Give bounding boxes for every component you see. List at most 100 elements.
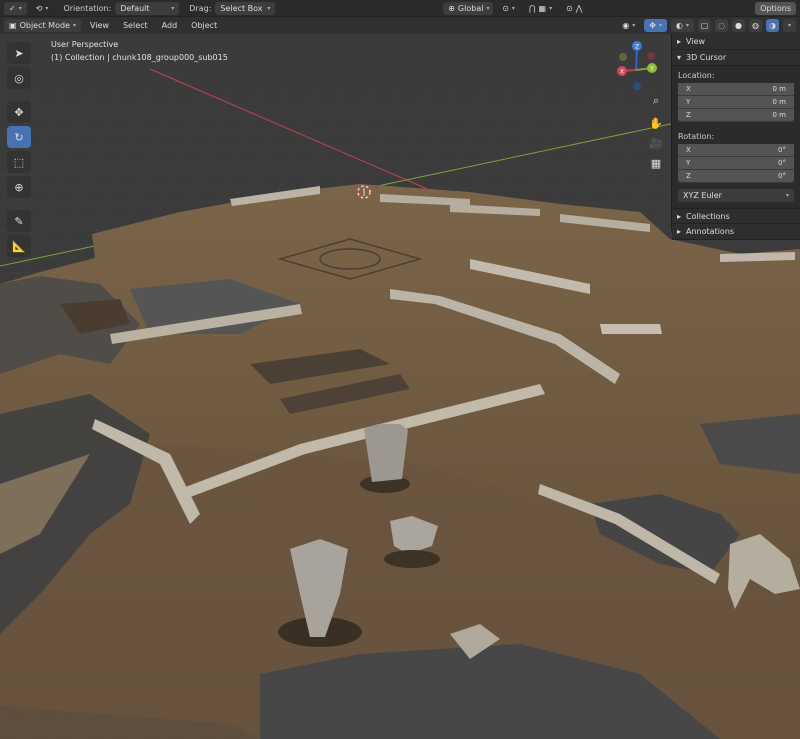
chevron-down-icon: ▾ (45, 4, 49, 12)
rotation-y-field[interactable]: Y 0° (678, 157, 794, 170)
tool-shelf: ➤ ◎ ✥ ↻ ⬚ ⊕ ✎ 📐 (7, 42, 33, 257)
chevron-down-icon: ▾ (785, 192, 789, 199)
menu-select-label: Select (122, 21, 148, 30)
pivot-icon: ⊙ (502, 3, 509, 13)
axis-label: Z (686, 111, 691, 119)
move-arrows-icon: ✥ (14, 105, 24, 119)
chevron-down-icon: ▾ (18, 4, 22, 12)
location-y-field[interactable]: Y 0 m (678, 96, 794, 109)
menu-object-label: Object (191, 21, 218, 30)
axis-label: X (686, 85, 691, 93)
cursor-arrow-icon: ➤ (14, 46, 24, 60)
rotation-mode-dropdown[interactable]: XYZ Euler ▾ (678, 189, 794, 202)
field-value: 0 m (772, 85, 787, 93)
drag-label: Drag: (189, 3, 212, 13)
move-tool-button[interactable]: ✥ (7, 101, 31, 123)
solid-sphere-icon: ● (735, 21, 742, 30)
sidebar-n-panel: ▸ View ▾ 3D Cursor Location: X 0 m Y 0 m Z 0 … (671, 34, 800, 240)
shading-wireframe-button[interactable]: ◌ (715, 19, 728, 32)
field-value: 0° (778, 159, 786, 167)
proportional-icon: ⊙ (566, 3, 573, 13)
pan-view-button[interactable]: ✋ (646, 114, 666, 132)
cursor-tool-button[interactable]: ◎ (7, 67, 31, 89)
axis-label: Y (686, 98, 691, 106)
3d-viewport[interactable]: Z X Y User Perspective (1) Collection | … (0, 34, 800, 739)
menu-add-label: Add (161, 21, 178, 30)
rotation-mode-value: XYZ Euler (683, 191, 722, 200)
menu-add[interactable]: Add (157, 19, 183, 32)
check-icon: ✓ (9, 3, 16, 13)
transform-space-dropdown[interactable]: ⊕ Global ▾ (443, 1, 494, 15)
material-sphere-icon: ◍ (752, 21, 759, 30)
gizmo-neg-y-handle (619, 53, 627, 61)
magnifier-icon: ⌕ (652, 94, 660, 107)
object-mode-icon: ▣ (9, 21, 17, 30)
select-tool-button[interactable]: ➤ (7, 42, 31, 64)
tool-gap (7, 201, 33, 207)
rotate-icon: ↻ (14, 130, 24, 144)
chevron-down-icon: ▾ (511, 4, 515, 12)
mode-dropdown[interactable]: ▣ Object Mode ▾ (4, 19, 81, 32)
transform-icon: ⊕ (14, 180, 24, 194)
proportional-edit-button[interactable]: ⊙ ⋀ (561, 2, 587, 15)
transform-tool-button[interactable]: ⊕ (7, 176, 31, 198)
gizmo-toggle-button[interactable]: ✥ ▾ (644, 19, 667, 32)
tool-gap (7, 92, 33, 98)
gizmo-x-label: X (620, 69, 624, 76)
transform-pivot-button[interactable]: ⟲ ▾ (31, 2, 54, 15)
menu-object[interactable]: Object (186, 19, 222, 32)
location-z-field[interactable]: Z 0 m (678, 109, 794, 122)
gizmo-neg-x-handle (647, 52, 655, 60)
viewport-collection-label: (1) Collection | chunk108_group000_sub01… (51, 53, 228, 62)
menu-view-label: View (89, 21, 109, 30)
xray-button[interactable]: ▢ (698, 19, 711, 32)
gizmo-y-label: Y (649, 66, 654, 73)
panel-3d-cursor-header[interactable]: ▾ 3D Cursor (672, 50, 800, 66)
measure-tool-button[interactable]: 📐 (7, 235, 31, 257)
scale-tool-button[interactable]: ⬚ (7, 151, 31, 173)
camera-view-button[interactable]: 🎥 (646, 134, 666, 152)
panel-annotations-header[interactable]: ▸ Annotations (672, 224, 800, 240)
rotation-x-field[interactable]: X 0° (678, 144, 794, 157)
rotation-z-field[interactable]: Z 0° (678, 170, 794, 183)
options-label: Options (760, 3, 792, 13)
menu-select[interactable]: Select (118, 19, 153, 32)
field-value: 0° (778, 172, 786, 180)
panel-view-header[interactable]: ▸ View (672, 34, 800, 50)
chevron-down-icon: ▾ (787, 22, 791, 29)
viewport-header: ▣ Object Mode ▾ View Select Add Object ◉ ▾ … (0, 17, 800, 34)
chevron-down-icon: ▾ (171, 4, 175, 12)
orientation-dropdown[interactable]: Default ▾ (115, 1, 180, 15)
pivot-point-button[interactable]: ⊙ ▾ (497, 2, 520, 15)
panel-collections-header[interactable]: ▸ Collections (672, 208, 800, 224)
eye-icon: ◉ (622, 21, 630, 30)
overlays-button[interactable]: ◐ ▾ (671, 19, 694, 32)
axis-label: X (686, 146, 691, 154)
gizmo-z-label: Z (635, 44, 639, 51)
ruler-icon: 📐 (12, 239, 26, 253)
transform-space-value: Global (457, 3, 484, 13)
gizmo-neg-z-handle (633, 82, 641, 90)
shading-rendered-button[interactable]: ◑ (766, 19, 779, 32)
menu-view[interactable]: View (85, 19, 114, 32)
visibility-button[interactable]: ◉ ▾ (617, 19, 640, 32)
grid-snap-icon: ▦ (538, 3, 547, 13)
header-toolbar: ✓ ▾ ⟲ ▾ Orientation: Default ▾ Drag: Select… (0, 0, 800, 17)
shading-options-button[interactable]: ▾ (783, 19, 796, 32)
chevron-down-icon: ▾ (72, 22, 76, 29)
shading-solid-button[interactable]: ● (732, 19, 745, 32)
zoom-view-button[interactable]: ⌕ (646, 92, 666, 110)
location-label: Location: (678, 71, 715, 80)
location-x-field[interactable]: X 0 m (678, 83, 794, 96)
snap-button[interactable]: ⋂ ▦ ▾ (524, 2, 557, 15)
orientation-icon: ⟲ (35, 3, 43, 13)
wall-segment (600, 324, 662, 334)
orientation-value: Default (120, 3, 150, 13)
ortho-toggle-button[interactable]: ▦ (646, 154, 666, 172)
editor-type-button[interactable]: ✓ ▾ (4, 1, 27, 15)
rotate-tool-button[interactable]: ↻ (7, 126, 31, 148)
drag-dropdown[interactable]: Select Box ▾ (215, 1, 276, 15)
options-button[interactable]: Options (755, 1, 797, 15)
annotate-tool-button[interactable]: ✎ (7, 210, 31, 232)
shading-material-button[interactable]: ◍ (749, 19, 762, 32)
